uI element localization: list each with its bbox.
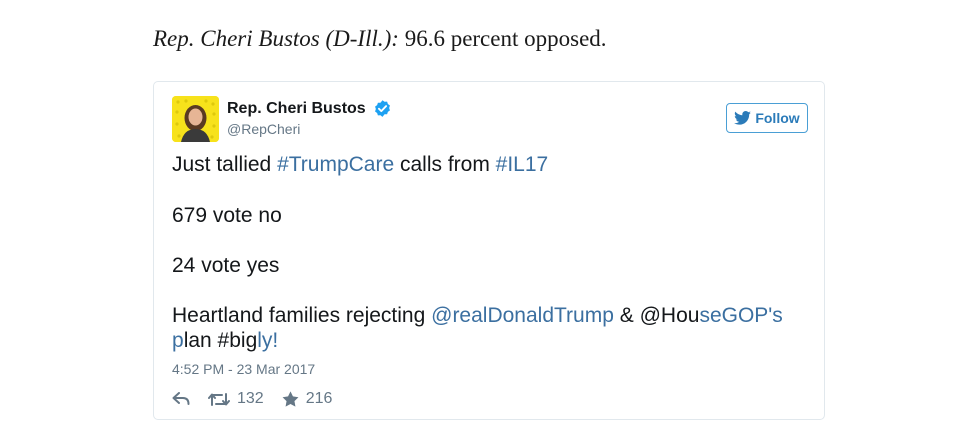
- author-name[interactable]: Rep. Cheri Bustos: [227, 100, 366, 118]
- retweet-icon: [208, 392, 230, 406]
- tweet-line-4: Heartland families rejecting @realDonald…: [172, 303, 802, 328]
- hashtag-link[interactable]: #TrumpCare: [277, 153, 394, 176]
- twitter-bird-icon: [734, 111, 752, 125]
- tweet-line-5: plan #bigly!: [172, 328, 802, 353]
- tweet-text: Heartland families rejecting: [172, 304, 432, 327]
- retweet-count: 132: [237, 390, 264, 407]
- verified-badge-icon: [374, 100, 390, 117]
- avatar[interactable]: [172, 96, 219, 142]
- follow-label: Follow: [755, 110, 800, 126]
- embedded-tweet: Rep. Cheri Bustos @RepCheri Follow Just …: [153, 81, 825, 420]
- hashtag-link[interactable]: #IL17: [496, 153, 549, 176]
- tweet-text: Just tallied: [172, 153, 278, 176]
- author-handle[interactable]: @RepCheri: [227, 121, 300, 137]
- tweet-actions: 132 216: [172, 390, 332, 408]
- hashtag-link[interactable]: ly!: [257, 329, 278, 352]
- like-button[interactable]: 216: [282, 390, 333, 408]
- tweet-text: lan #big: [183, 329, 258, 352]
- reply-button[interactable]: [172, 392, 190, 406]
- retweet-button[interactable]: 132: [208, 390, 264, 408]
- tweet-timestamp[interactable]: 4:52 PM - 23 Mar 2017: [172, 361, 315, 377]
- tweet-line-1: Just tallied #TrumpCare calls from #IL17: [172, 152, 802, 177]
- tweet-line-2: 679 vote no: [172, 204, 282, 227]
- tweet-text: calls from: [394, 153, 496, 176]
- intro-lead: Rep. Cheri Bustos (D-Ill.):: [153, 26, 399, 51]
- like-count: 216: [305, 390, 333, 407]
- tweet-text: & @Hou: [613, 304, 700, 327]
- mention-link[interactable]: @realDonaldTrump: [431, 304, 614, 327]
- article-paragraph: Rep. Cheri Bustos (D-Ill.): 96.6 percent…: [153, 26, 607, 52]
- intro-text: 96.6 percent opposed.: [398, 26, 607, 51]
- mention-link[interactable]: seGOP's: [699, 304, 782, 327]
- tweet-line-3: 24 vote yes: [172, 254, 280, 277]
- reply-icon: [172, 392, 190, 405]
- like-star-icon: [282, 391, 299, 407]
- follow-button[interactable]: Follow: [726, 103, 808, 133]
- mention-link[interactable]: p: [172, 329, 184, 352]
- author-row: Rep. Cheri Bustos: [227, 99, 392, 118]
